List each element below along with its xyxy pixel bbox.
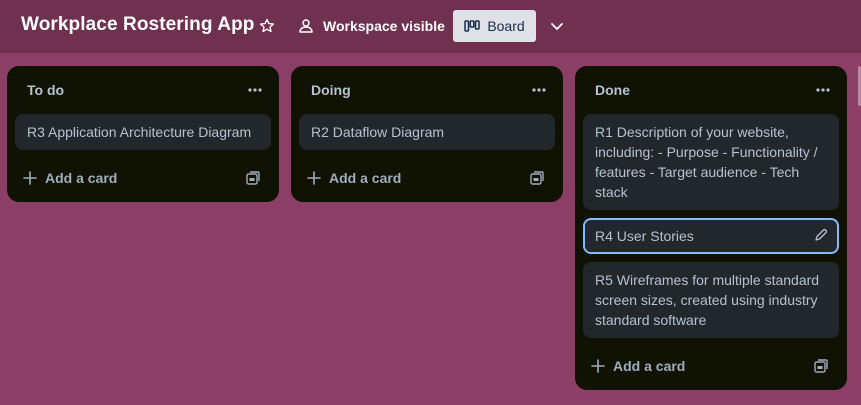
list-title[interactable]: To do — [27, 82, 64, 98]
card[interactable]: R2 Dataflow Diagram — [299, 114, 555, 150]
add-card-button[interactable]: Add a card — [583, 350, 693, 382]
list-menu-button[interactable] — [811, 78, 835, 102]
more-icon — [248, 88, 262, 92]
star-button[interactable] — [255, 14, 279, 38]
list-doing: Doing R2 Dataflow Diagram Add a card — [291, 66, 563, 202]
card[interactable]: R1 Description of your website, includin… — [583, 114, 839, 210]
list-todo: To do R3 Application Architecture Diagra… — [7, 66, 279, 202]
create-from-template-button[interactable] — [809, 354, 833, 378]
template-icon — [246, 171, 260, 185]
more-icon — [532, 88, 546, 92]
plus-icon — [591, 359, 605, 373]
list-title[interactable]: Doing — [311, 82, 351, 98]
board-header: Workplace Rostering App Workspace visibl… — [0, 0, 861, 53]
add-card-row: Add a card — [583, 346, 839, 386]
list-menu-button[interactable] — [243, 78, 267, 102]
view-switcher-button[interactable] — [545, 14, 569, 38]
create-from-template-button[interactable] — [241, 166, 265, 190]
list-menu-button[interactable] — [527, 78, 551, 102]
add-card-label: Add a card — [613, 358, 686, 374]
board-title[interactable]: Workplace Rostering App — [21, 14, 255, 36]
template-icon — [814, 359, 828, 373]
list-header: To do — [7, 66, 279, 114]
add-card-button[interactable]: Add a card — [15, 162, 125, 194]
create-from-template-button[interactable] — [525, 166, 549, 190]
star-icon — [259, 18, 275, 33]
add-card-row: Add a card — [299, 158, 555, 198]
list-header: Doing — [291, 66, 563, 114]
plus-icon — [307, 171, 321, 185]
template-icon — [530, 171, 544, 185]
card[interactable]: R3 Application Architecture Diagram — [15, 114, 271, 150]
add-card-label: Add a card — [329, 170, 402, 186]
plus-icon — [23, 171, 37, 185]
workspace-visibility-button[interactable]: Workspace visible — [297, 12, 445, 40]
pencil-icon[interactable] — [813, 227, 829, 243]
board-view-label: Board — [487, 18, 525, 34]
board-icon — [464, 20, 481, 32]
list-done: Done R1 Description of your website, inc… — [575, 66, 847, 390]
list-header: Done — [575, 66, 847, 114]
add-card-button[interactable]: Add a card — [299, 162, 409, 194]
add-card-label: Add a card — [45, 170, 118, 186]
more-icon — [816, 88, 830, 92]
list-title[interactable]: Done — [595, 82, 630, 98]
chevron-down-icon — [551, 23, 563, 30]
add-card-row: Add a card — [15, 158, 271, 198]
people-icon — [299, 19, 313, 33]
card[interactable]: R5 Wireframes for multiple standard scre… — [583, 262, 839, 338]
card-focused[interactable]: R4 User Stories — [583, 218, 839, 254]
card-title: R4 User Stories — [595, 228, 694, 244]
board-view-button[interactable]: Board — [453, 10, 536, 42]
visibility-label: Workspace visible — [323, 18, 445, 34]
